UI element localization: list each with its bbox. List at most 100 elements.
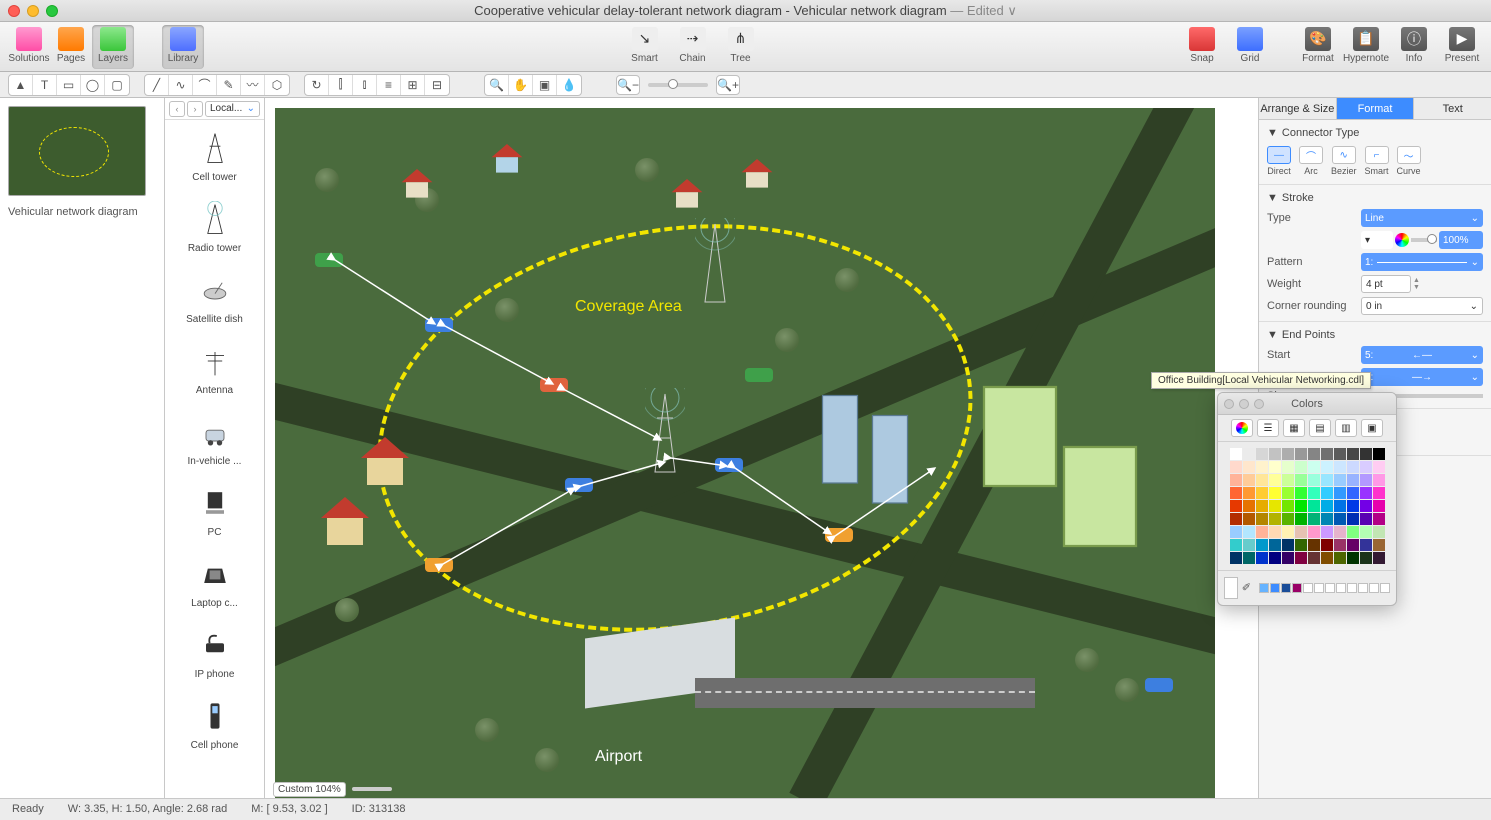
color-swatch[interactable] [1373, 448, 1385, 460]
tab-text[interactable]: Text [1414, 98, 1491, 119]
ellipse-tool[interactable]: ◯ [81, 75, 105, 95]
weight-stepper-up[interactable]: ▲ [1413, 277, 1420, 284]
color-swatch[interactable] [1308, 474, 1320, 486]
color-swatch[interactable] [1243, 500, 1255, 512]
library-nav-fwd[interactable]: › [187, 101, 203, 117]
color-swatch[interactable] [1269, 461, 1281, 473]
recent-color-swatch[interactable] [1281, 583, 1291, 593]
library-button[interactable]: Library [162, 25, 204, 69]
library-nav-back[interactable]: ‹ [169, 101, 185, 117]
present-button[interactable]: ▶Present [1441, 25, 1483, 69]
color-swatch[interactable] [1334, 526, 1346, 538]
empty-recent-swatch[interactable] [1369, 583, 1379, 593]
maximize-icon[interactable] [46, 5, 58, 17]
color-swatch[interactable] [1334, 461, 1346, 473]
connector-smart[interactable]: ⌐Smart [1365, 146, 1389, 176]
color-swatch[interactable] [1269, 539, 1281, 551]
color-swatch[interactable] [1295, 552, 1307, 564]
color-mode-palette[interactable]: ▦ [1283, 419, 1305, 437]
minimize-icon[interactable] [27, 5, 39, 17]
color-mode-sliders[interactable]: ☰ [1257, 419, 1279, 437]
align-h-tool[interactable]: ⫿ [329, 75, 353, 95]
curve-tool[interactable]: ⌒ [193, 75, 217, 95]
color-swatch[interactable] [1230, 500, 1242, 512]
color-swatch[interactable] [1321, 474, 1333, 486]
zoom-out-button[interactable]: 🔍− [616, 75, 640, 95]
group-tool[interactable]: ⊞ [401, 75, 425, 95]
color-swatch[interactable] [1321, 526, 1333, 538]
color-swatch[interactable] [1295, 461, 1307, 473]
popup-max-icon[interactable] [1254, 399, 1264, 409]
empty-recent-swatch[interactable] [1380, 583, 1390, 593]
weight-stepper-down[interactable]: ▼ [1413, 284, 1420, 291]
zoom-slider[interactable] [648, 83, 708, 87]
stroke-weight-input[interactable]: 4 pt [1361, 275, 1411, 293]
color-swatch[interactable] [1295, 513, 1307, 525]
color-swatch[interactable] [1360, 500, 1372, 512]
tab-format[interactable]: Format [1337, 98, 1415, 119]
endpoint-start-select[interactable]: 5: ←—⌄ [1361, 346, 1483, 364]
zoom-slider-small[interactable] [352, 787, 392, 791]
color-swatch[interactable] [1230, 552, 1242, 564]
empty-recent-swatch[interactable] [1314, 583, 1324, 593]
color-swatch[interactable] [1256, 526, 1268, 538]
endpoints-header[interactable]: ▼ End Points [1267, 326, 1483, 344]
corner-rounding-select[interactable]: 0 in⌄ [1361, 297, 1483, 315]
color-swatch[interactable] [1308, 448, 1320, 460]
color-swatch[interactable] [1308, 500, 1320, 512]
color-swatch[interactable] [1321, 500, 1333, 512]
library-item[interactable]: Antenna [165, 333, 264, 404]
color-swatch[interactable] [1256, 539, 1268, 551]
color-swatch[interactable] [1321, 552, 1333, 564]
color-swatch[interactable] [1243, 552, 1255, 564]
library-dropdown[interactable]: Local...⌄ [205, 101, 260, 117]
color-swatch[interactable] [1256, 500, 1268, 512]
color-swatch[interactable] [1308, 552, 1320, 564]
info-button[interactable]: ⓘInfo [1393, 25, 1435, 69]
eyedropper-tool[interactable]: 💧 [557, 75, 581, 95]
line-tool[interactable]: ╱ [145, 75, 169, 95]
polyline-tool[interactable]: ∿ [169, 75, 193, 95]
color-swatch[interactable] [1282, 461, 1294, 473]
drawing-canvas[interactable]: Coverage Area Airport [275, 108, 1215, 798]
color-swatch[interactable] [1347, 526, 1359, 538]
smart-connect-button[interactable]: ↘Smart [624, 25, 666, 69]
color-swatch[interactable] [1321, 539, 1333, 551]
color-mode-spectrum[interactable]: ▤ [1309, 419, 1331, 437]
roundrect-tool[interactable]: ▢ [105, 75, 129, 95]
color-swatch[interactable] [1321, 513, 1333, 525]
color-swatch[interactable] [1321, 461, 1333, 473]
color-swatch[interactable] [1243, 487, 1255, 499]
empty-recent-swatch[interactable] [1325, 583, 1335, 593]
color-swatch[interactable] [1230, 526, 1242, 538]
recent-color-swatch[interactable] [1270, 583, 1280, 593]
color-swatch[interactable] [1321, 448, 1333, 460]
library-item[interactable]: Laptop c... [165, 546, 264, 617]
eyedropper-icon[interactable]: ✐ [1242, 581, 1251, 595]
color-swatch[interactable] [1230, 474, 1242, 486]
color-swatch[interactable] [1269, 500, 1281, 512]
library-item[interactable]: PC [165, 475, 264, 546]
current-color-swatch[interactable] [1224, 577, 1238, 599]
color-swatch[interactable] [1373, 526, 1385, 538]
zoom-tool[interactable]: 🔍 [485, 75, 509, 95]
library-item[interactable]: Satellite dish [165, 262, 264, 333]
color-swatch[interactable] [1256, 461, 1268, 473]
connector-curve[interactable]: 〜Curve [1397, 146, 1421, 176]
color-swatch[interactable] [1334, 552, 1346, 564]
color-swatch[interactable] [1347, 500, 1359, 512]
color-swatch[interactable] [1243, 526, 1255, 538]
connector-arc[interactable]: ⌒Arc [1299, 146, 1323, 176]
library-item[interactable]: In-vehicle ... [165, 404, 264, 475]
ungroup-tool[interactable]: ⊟ [425, 75, 449, 95]
color-swatch[interactable] [1308, 513, 1320, 525]
color-swatch[interactable] [1373, 474, 1385, 486]
color-swatch[interactable] [1295, 448, 1307, 460]
color-swatch[interactable] [1256, 487, 1268, 499]
color-swatch[interactable] [1256, 474, 1268, 486]
color-swatch[interactable] [1360, 487, 1372, 499]
library-item[interactable]: Cell tower [165, 120, 264, 191]
color-swatch[interactable] [1347, 513, 1359, 525]
close-icon[interactable] [8, 5, 20, 17]
colors-palette-popup[interactable]: Colors ☰ ▦ ▤ ▥ ▣ ✐ [1217, 392, 1397, 606]
